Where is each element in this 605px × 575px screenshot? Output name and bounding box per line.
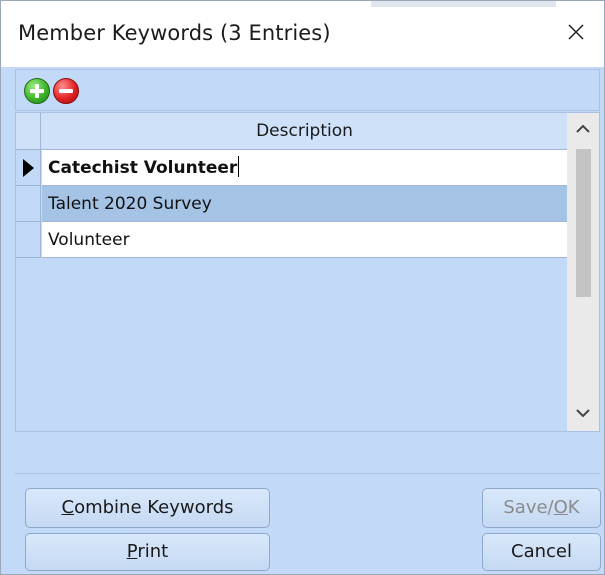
background-window-strip [371,1,556,7]
close-icon [568,24,584,40]
print-button[interactable]: Print [25,533,270,571]
scroll-up-button[interactable] [567,113,599,147]
column-header-description[interactable]: Description [42,113,567,149]
close-button[interactable] [558,15,594,51]
table-row[interactable]: Talent 2020 Survey [16,186,567,222]
remove-keyword-button[interactable] [53,78,79,104]
keywords-grid: Description Catechist Volunteer Talent 2… [15,112,600,432]
vertical-scrollbar[interactable] [567,113,599,431]
combine-label: ombine Keywords [74,497,234,518]
grid-toolbar [15,69,600,111]
row-indicator [16,150,41,186]
grid-header: Description [16,113,567,150]
row-indicator [16,222,41,258]
table-row[interactable]: Volunteer [16,222,567,258]
save-label-rest: K [567,497,580,518]
description-text: Catechist Volunteer [48,158,238,178]
save-mnemonic: O [553,497,568,518]
description-cell[interactable]: Volunteer [42,222,567,258]
title-bar: Member Keywords (3 Entries) [1,1,604,67]
scroll-thumb[interactable] [576,149,591,297]
description-cell[interactable]: Catechist Volunteer [42,150,567,186]
current-row-arrow-icon [23,159,34,177]
chevron-up-icon [576,124,590,133]
cancel-button[interactable]: Cancel [482,533,601,571]
dialog-title: Member Keywords (3 Entries) [18,21,331,45]
save-label-pre: Save/ [503,497,554,518]
button-area-divider [15,473,600,474]
header-indicator-cell [16,113,41,149]
text-caret [238,156,240,177]
chevron-down-icon [576,409,590,418]
table-row[interactable]: Catechist Volunteer [16,150,567,186]
print-mnemonic: P [126,541,138,562]
print-label: rint [137,541,169,562]
save-ok-button[interactable]: Save/OK [482,488,601,528]
member-keywords-dialog: Member Keywords (3 Entries) Description [0,0,605,575]
description-cell[interactable]: Talent 2020 Survey [42,186,567,222]
combine-keywords-button[interactable]: Combine Keywords [25,488,270,528]
add-keyword-button[interactable] [24,78,50,104]
scroll-down-button[interactable] [567,397,599,431]
combine-mnemonic: C [61,497,75,518]
row-indicator [16,186,41,222]
